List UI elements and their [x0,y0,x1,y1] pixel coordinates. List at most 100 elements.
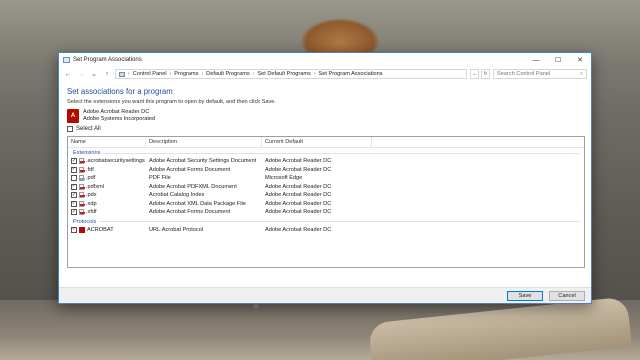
pdf-file-icon [79,158,85,165]
extension-description: Adobe Acrobat Forms Document [149,209,231,216]
list-item[interactable]: .pdx Acrobat Catalog Index Adobe Acrobat… [68,191,584,200]
extension-description: Adobe Acrobat PDFXML Document [149,183,237,190]
extension-description: Adobe Acrobat Forms Document [149,166,231,173]
chevron-right-icon: › [252,71,255,77]
breadcrumb-programs[interactable]: Programs [174,71,198,77]
protocol-name: ACROBAT [87,226,114,233]
breadcrumb-set-program-associations[interactable]: Set Program Associations [319,71,383,77]
row-checkbox[interactable] [71,166,77,173]
extension-name: .pdf [86,175,96,182]
list-item[interactable]: .pdfxml Adobe Acrobat PDFXML Document Ad… [68,183,584,192]
instructions-text: Select the extensions you want this prog… [67,99,276,105]
address-dropdown-icon[interactable]: ⌄ [470,69,479,79]
column-header-name[interactable]: Name [68,136,146,148]
row-checkbox[interactable] [71,158,77,165]
pdf-file-icon [79,200,85,207]
acrobat-logo-icon: A [67,109,79,123]
extension-current-default: Adobe Acrobat Reader DC [265,192,332,199]
extension-description: Acrobat Catalog Index [149,192,205,199]
extension-current-default: Adobe Acrobat Reader DC [265,158,332,165]
recent-locations-chevron-icon[interactable]: ⌄ [89,69,99,79]
list-item[interactable]: .fdf Adobe Acrobat Forms Document Adobe … [68,166,584,175]
search-box[interactable]: ⌕ [493,69,587,79]
extension-description: Adobe Acrobat Security Settings Document [149,158,257,165]
select-all-row[interactable]: Select All [67,126,583,132]
group-divider [103,152,580,154]
save-button[interactable]: Save [507,290,543,301]
set-program-associations-window: Set Program Associations — ☐ ✕ ← → ⌄ ↑ ›… [58,52,592,304]
list-item[interactable]: .pdf PDF File Microsoft Edge [68,174,584,183]
list-item[interactable]: .xdp Adobe Acrobat XML Data Package File… [68,200,584,209]
page-title: Set associations for a program [67,87,173,96]
extension-current-default: Adobe Acrobat Reader DC [265,183,332,190]
extension-current-default: Adobe Acrobat Reader DC [265,200,332,207]
column-header-description[interactable]: Description [146,136,262,148]
protocol-current-default: Adobe Acrobat Reader DC [265,226,332,233]
extension-description: PDF File [149,175,171,182]
breadcrumb-control-panel[interactable]: Control Panel [133,71,167,77]
breadcrumb-default-programs[interactable]: Default Programs [206,71,250,77]
extension-current-default: Adobe Acrobat Reader DC [265,166,332,173]
list-item[interactable]: .xfdf Adobe Acrobat Forms Document Adobe… [68,208,584,217]
extension-name: .xdp [86,200,97,207]
row-checkbox[interactable] [71,200,77,207]
chevron-right-icon: › [201,71,204,77]
group-label-protocols: Protocols [73,218,97,225]
group-divider [99,221,580,222]
row-checkbox[interactable] [71,209,77,216]
select-all-checkbox[interactable] [67,126,73,132]
address-tools: ⌄ ↻ [470,69,490,79]
extension-name: .xfdf [86,209,97,216]
edge-file-icon [79,175,85,182]
address-bar: ← → ⌄ ↑ › Control Panel › Programs › Def… [59,67,591,81]
forward-arrow-icon[interactable]: → [76,69,86,79]
folder-icon [119,71,125,77]
maximize-button[interactable]: ☐ [547,53,569,67]
program-info: A Adobe Acrobat Reader DC Adobe Systems … [67,109,583,123]
column-header-current-default[interactable]: Current Default [262,136,372,148]
search-input[interactable] [497,71,577,77]
protocol-description: URL:Acrobat Protocol [149,226,204,233]
associations-list[interactable]: Name Description Current Default Extensi… [67,136,585,268]
refresh-icon[interactable]: ↻ [481,69,490,79]
search-icon[interactable]: ⌕ [580,71,583,78]
control-panel-icon [63,57,70,63]
extension-current-default: Adobe Acrobat Reader DC [265,209,332,216]
group-header-extensions: Extensions [68,148,584,157]
close-button[interactable]: ✕ [569,53,591,67]
breadcrumb-set-default-programs[interactable]: Set Default Programs [257,71,310,77]
list-header: Name Description Current Default [68,136,584,148]
window-title: Set Program Associations [73,57,142,63]
breadcrumb[interactable]: › Control Panel › Programs › Default Pro… [115,69,467,79]
acrobat-protocol-icon [79,226,85,233]
minimize-button[interactable]: — [525,53,547,67]
group-header-protocols: Protocols [68,217,584,226]
title-bar: Set Program Associations — ☐ ✕ [59,53,591,67]
extension-name: .pdfxml [86,183,105,190]
row-checkbox[interactable] [71,226,77,233]
list-item[interactable]: ACROBAT URL:Acrobat Protocol Adobe Acrob… [68,226,584,235]
pdf-file-icon [79,209,85,216]
program-publisher: Adobe Systems Incorporated [83,116,156,122]
cancel-button[interactable]: Cancel [549,290,585,301]
row-checkbox[interactable] [71,192,77,199]
list-item[interactable]: .acrobatsecuritysettings Adobe Acrobat S… [68,157,584,166]
row-checkbox[interactable] [71,175,77,182]
extension-name: .acrobatsecuritysettings [86,158,145,165]
pdf-file-icon [79,166,85,173]
row-checkbox[interactable] [71,183,77,190]
chevron-right-icon: › [313,71,316,77]
extension-current-default: Microsoft Edge [265,175,303,182]
chevron-right-icon: › [128,71,130,77]
chevron-right-icon: › [169,71,172,77]
back-arrow-icon[interactable]: ← [63,69,73,79]
main-content: Set associations for a program Select th… [59,81,591,268]
dialog-footer: Save Cancel [59,287,591,303]
group-label-extensions: Extensions [73,150,101,156]
pdf-file-icon [79,192,85,199]
extension-name: .fdf [86,166,94,173]
select-all-label[interactable]: Select All [76,126,101,132]
program-name: Adobe Acrobat Reader DC [83,109,150,116]
up-arrow-icon[interactable]: ↑ [102,69,112,79]
extension-name: .pdx [86,192,97,199]
